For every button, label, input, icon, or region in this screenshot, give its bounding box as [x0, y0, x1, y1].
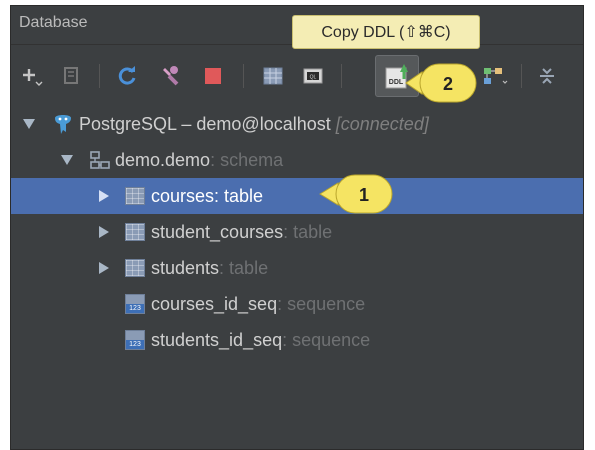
table-icon [263, 67, 283, 85]
connection-status: [connected] [335, 113, 429, 134]
expand-arrow-icon[interactable] [99, 226, 109, 238]
table-kind: : table [283, 221, 333, 242]
toolbar-separator [243, 64, 244, 88]
postgresql-icon [55, 115, 71, 134]
toolbar-separator [521, 64, 522, 88]
database-tool-window: Database QL DDL PostgreSQL – demo@localh… [10, 5, 584, 450]
schema-icon [90, 151, 110, 169]
table-icon [125, 259, 145, 277]
tree-node-schema[interactable]: demo.demo: schema [11, 142, 583, 178]
table-kind: : table [214, 185, 264, 206]
callout-1-number: 1 [359, 185, 369, 205]
plus-icon [23, 69, 43, 86]
data-source-properties-button[interactable] [153, 56, 189, 96]
tree-node-courses[interactable]: courses: table [11, 178, 583, 214]
table-name: student_courses [151, 221, 284, 242]
sequence-name: students_id_seq [151, 329, 283, 350]
add-button[interactable] [13, 56, 49, 96]
table-kind: : table [219, 257, 269, 278]
copy-ddl-tooltip: Copy DDL (⇧⌘C) [292, 15, 480, 49]
properties-icon [64, 67, 78, 84]
expand-arrow-icon[interactable] [99, 262, 109, 274]
stop-icon [205, 68, 221, 84]
console-label: QL [310, 75, 317, 81]
properties-button[interactable] [53, 56, 89, 96]
schema-kind: : schema [210, 149, 284, 170]
table-icon [125, 187, 145, 205]
sequence-label: students_id_seq: sequence [151, 330, 370, 351]
diagram-icon [484, 68, 508, 84]
tree-node-courses-id-seq[interactable]: 123 courses_id_seq: sequence [11, 286, 583, 322]
wrench-icon [163, 66, 179, 86]
collapse-all-button[interactable] [529, 56, 565, 96]
tree-node-students[interactable]: students: table [11, 250, 583, 286]
refresh-icon [118, 66, 136, 85]
sequence-icon-label: 123 [126, 340, 144, 349]
database-toolbar: QL DDL [11, 55, 583, 100]
table-label: students: table [151, 258, 268, 279]
refresh-button[interactable] [109, 56, 145, 96]
tool-window-title: Database [19, 14, 88, 31]
connection-name: PostgreSQL – demo@localhost [79, 113, 331, 134]
sequence-kind: : sequence [277, 293, 366, 314]
stop-button[interactable] [195, 56, 231, 96]
schema-name: demo.demo [115, 149, 211, 170]
expand-arrow-icon[interactable] [61, 155, 73, 165]
sequence-icon: 123 [125, 330, 145, 350]
connection-label: PostgreSQL – demo@localhost [connected] [79, 114, 429, 135]
expand-arrow-icon[interactable] [23, 119, 35, 129]
table-name: courses [151, 185, 215, 206]
tree-node-students-id-seq[interactable]: 123 students_id_seq: sequence [11, 322, 583, 358]
table-editor-button[interactable] [255, 56, 291, 96]
schema-label: demo.demo: schema [115, 150, 283, 171]
sequence-kind: : sequence [282, 329, 371, 350]
database-tree: PostgreSQL – demo@localhost [connected] … [11, 106, 583, 449]
sequence-label: courses_id_seq: sequence [151, 294, 365, 315]
callout-2: 2 [405, 63, 477, 103]
toolbar-separator [99, 64, 100, 88]
tree-node-student-courses[interactable]: student_courses: table [11, 214, 583, 250]
callout-2-number: 2 [443, 74, 453, 94]
sequence-icon-label: 123 [126, 304, 144, 313]
expand-arrow-icon[interactable] [99, 190, 109, 202]
toolbar-separator [341, 64, 342, 88]
console-icon: QL [303, 68, 323, 84]
sequence-icon: 123 [125, 294, 145, 314]
table-icon [125, 223, 145, 241]
callout-1: 1 [319, 174, 393, 214]
diagram-button[interactable] [477, 56, 513, 96]
table-label: student_courses: table [151, 222, 332, 243]
table-name: students [151, 257, 220, 278]
collapse-all-icon [540, 68, 554, 84]
tree-node-connection[interactable]: PostgreSQL – demo@localhost [connected] [11, 106, 583, 142]
console-button[interactable]: QL [295, 56, 331, 96]
table-label: courses: table [151, 186, 263, 207]
sequence-name: courses_id_seq [151, 293, 278, 314]
